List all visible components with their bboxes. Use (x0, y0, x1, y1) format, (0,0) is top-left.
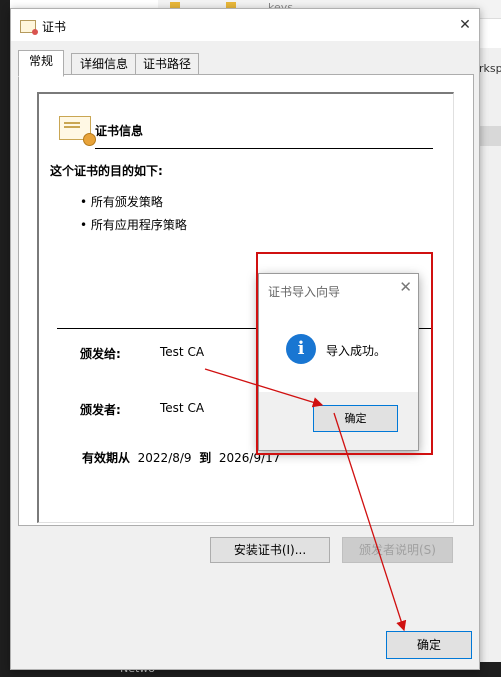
background-editor-strip: rksp (477, 48, 501, 677)
ok-button[interactable]: 确定 (386, 631, 472, 659)
issued-to-value: Test CA (160, 345, 205, 359)
issuer-statement-button[interactable]: 颁发者说明(S) (342, 537, 453, 563)
background-panel (477, 126, 501, 146)
purpose-item: • 所有颁发策略 (80, 195, 163, 209)
dialog-ok-button[interactable]: 确定 (313, 405, 398, 432)
validity-period: 有效期从 2022/8/9 到 2026/9/17 (82, 451, 281, 465)
purpose-heading: 这个证书的目的如下: (50, 164, 163, 178)
info-icon: i (286, 334, 316, 364)
close-icon[interactable]: ✕ (399, 278, 412, 296)
window-title: 证书 (42, 20, 67, 34)
tab-certification-path[interactable]: 证书路径 (135, 53, 199, 75)
certificate-icon (20, 20, 38, 35)
issued-by-label: 颁发者: (80, 403, 121, 417)
certificate-icon (59, 116, 96, 146)
valid-from: 2022/8/9 (137, 451, 192, 465)
divider (95, 148, 433, 149)
dialog-footer: 确定 (259, 392, 418, 450)
import-success-dialog: 证书导入向导 ✕ i 导入成功。 确定 (258, 273, 419, 451)
background-terminal-strip (0, 0, 10, 677)
issued-to-label: 颁发给: (80, 347, 121, 361)
tab-details[interactable]: 详细信息 (71, 53, 137, 75)
install-certificate-button[interactable]: 安装证书(I)... (210, 537, 330, 563)
title-bar[interactable]: 证书 ✕ (11, 9, 479, 41)
background-workspace-label: rksp (479, 62, 501, 75)
certificate-info-title: 证书信息 (95, 124, 144, 138)
purpose-item: • 所有应用程序策略 (80, 218, 187, 232)
valid-to: 2026/9/17 (218, 451, 281, 465)
dialog-title: 证书导入向导 (268, 285, 341, 299)
tab-general[interactable]: 常规 (18, 50, 64, 77)
close-icon[interactable]: ✕ (451, 9, 479, 41)
success-message: 导入成功。 (326, 344, 387, 358)
issued-by-value: Test CA (160, 401, 205, 415)
